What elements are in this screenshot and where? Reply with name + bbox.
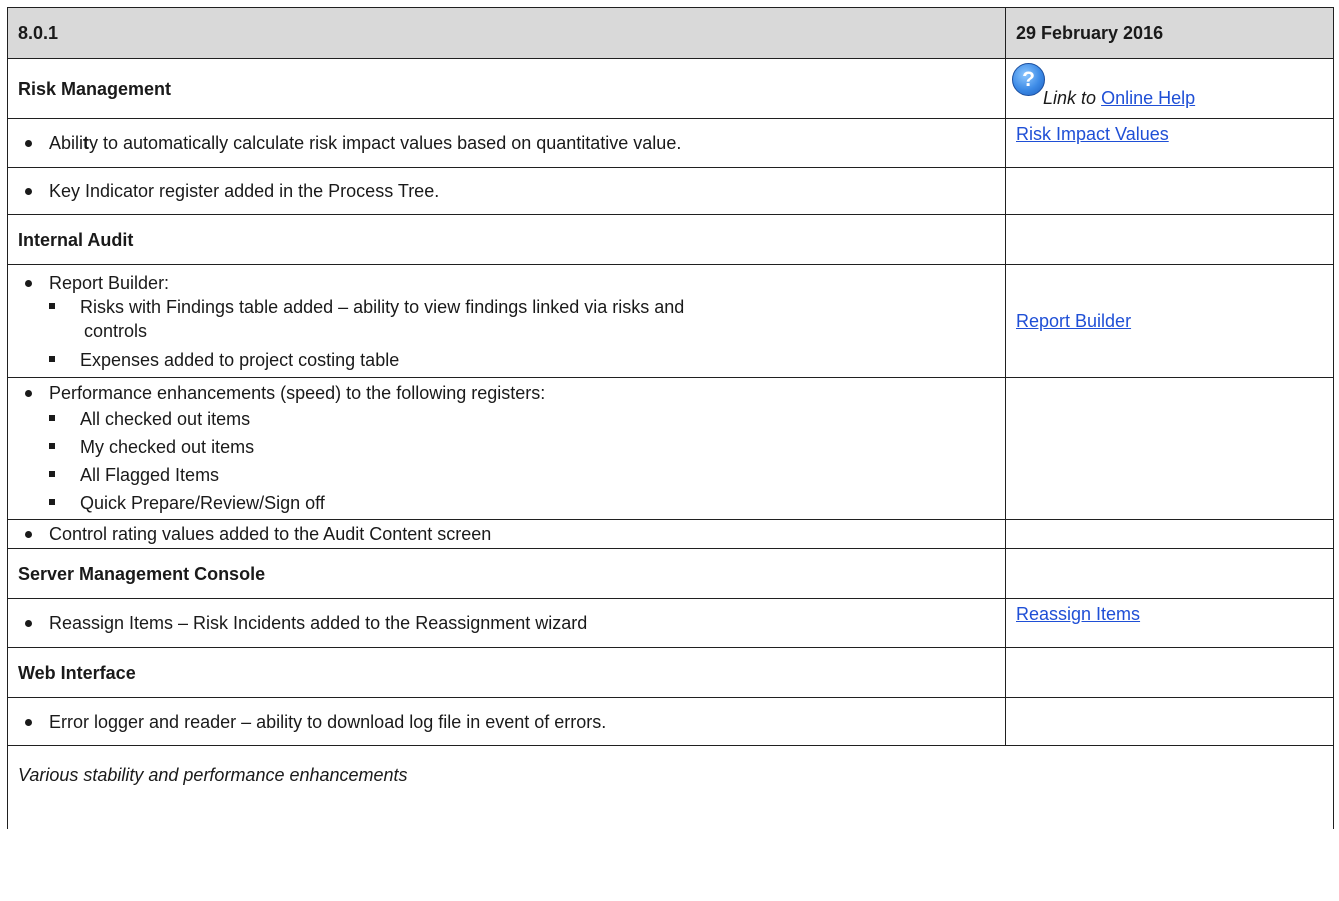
reassign-items-link[interactable]: Reassign Items xyxy=(1016,604,1140,624)
reassign-cell: Reassign Items – Risk Incidents added to… xyxy=(7,598,1006,648)
row-control-rating: Control rating values added to the Audit… xyxy=(7,519,1334,549)
report-builder-link-cell: Report Builder xyxy=(1005,264,1334,378)
sub-list-item: Expenses added to project costing table xyxy=(18,348,994,372)
question-circle-icon[interactable]: ? xyxy=(1012,63,1045,96)
sub-list-item: My checked out items xyxy=(18,433,994,461)
footer-row: Various stability and performance enhanc… xyxy=(7,745,1334,829)
key-indicator-cell: Key Indicator register added in the Proc… xyxy=(7,167,1006,215)
square-bullet-icon xyxy=(49,442,55,449)
sub-list-item: All Flagged Items xyxy=(18,461,994,489)
empty-cell xyxy=(1005,647,1334,698)
item-text: Error logger and reader – ability to dow… xyxy=(49,711,607,732)
bullet-icon xyxy=(25,620,32,627)
help-prefix: Link to xyxy=(1043,88,1097,108)
header-row: 8.0.1 29 February 2016 xyxy=(7,7,1334,59)
bullet-icon xyxy=(25,531,32,538)
sub-item-text: Risks with Findings table added – abilit… xyxy=(80,296,685,317)
release-notes-table: 8.0.1 29 February 2016 Risk Management ?… xyxy=(7,7,1334,829)
row-report-builder: Report Builder: Risks with Findings tabl… xyxy=(7,264,1334,378)
list-item: Reassign Items – Risk Incidents added to… xyxy=(18,611,994,635)
row-risk-impact: Ability to automatically calculate risk … xyxy=(7,118,1334,168)
list-item: Control rating values added to the Audit… xyxy=(18,522,994,546)
square-bullet-icon xyxy=(49,498,55,505)
sub-item-text-cont: controls xyxy=(84,320,148,341)
item-text: Control rating values added to the Audit… xyxy=(49,524,492,544)
sub-list-item: Quick Prepare/Review/Sign off xyxy=(18,489,994,517)
section-title: Server Management Console xyxy=(7,548,1006,599)
sub-item-text: My checked out items xyxy=(80,436,255,457)
section-title: Internal Audit xyxy=(7,214,1006,265)
list-item: Error logger and reader – ability to dow… xyxy=(18,710,994,734)
control-rating-cell: Control rating values added to the Audit… xyxy=(7,519,1006,549)
section-web-interface: Web Interface xyxy=(7,647,1334,698)
risk-impact-link-cell: Risk Impact Values xyxy=(1005,118,1334,168)
sub-item-text: Quick Prepare/Review/Sign off xyxy=(80,492,325,513)
online-help-link[interactable]: Online Help xyxy=(1101,88,1195,108)
list-item: Key Indicator register added in the Proc… xyxy=(18,179,994,203)
report-builder-link[interactable]: Report Builder xyxy=(1016,311,1131,331)
section-title: Web Interface xyxy=(7,647,1006,698)
list-item: Performance enhancements (speed) to the … xyxy=(18,381,994,405)
empty-cell xyxy=(1005,697,1334,746)
row-performance: Performance enhancements (speed) to the … xyxy=(7,377,1334,520)
item-text: Key Indicator register added in the Proc… xyxy=(49,181,440,201)
section-internal-audit: Internal Audit xyxy=(7,214,1334,265)
section-server-console: Server Management Console xyxy=(7,548,1334,599)
empty-cell xyxy=(1005,519,1334,549)
sub-list-item: Risks with Findings table added – abilit… xyxy=(18,295,994,343)
row-reassign: Reassign Items – Risk Incidents added to… xyxy=(7,598,1334,648)
help-link-wrap: ? Link to Online Help xyxy=(1012,63,1322,114)
sub-item-text: Expenses added to project costing table xyxy=(80,349,400,370)
help-cell: ? Link to Online Help xyxy=(1005,58,1334,119)
square-bullet-icon xyxy=(49,470,55,477)
section-risk-management: Risk Management ? Link to Online Help xyxy=(7,58,1334,119)
item-text-c: y to automatically calculate risk impact… xyxy=(89,133,682,153)
sub-item-text: All checked out items xyxy=(80,408,251,429)
version-label: 8.0.1 xyxy=(7,7,1006,59)
row-key-indicator: Key Indicator register added in the Proc… xyxy=(7,167,1334,215)
footer-note: Various stability and performance enhanc… xyxy=(7,745,1334,829)
risk-impact-values-link[interactable]: Risk Impact Values xyxy=(1016,124,1169,144)
bullet-icon xyxy=(25,389,32,397)
performance-cell: Performance enhancements (speed) to the … xyxy=(7,377,1006,520)
empty-cell xyxy=(1005,548,1334,599)
section-title: Risk Management xyxy=(7,58,1006,119)
item-text: Report Builder: xyxy=(49,272,170,293)
bullet-icon xyxy=(25,718,32,726)
sub-item-text: All Flagged Items xyxy=(80,464,220,485)
row-error-logger: Error logger and reader – ability to dow… xyxy=(7,697,1334,746)
reassign-link-cell: Reassign Items xyxy=(1005,598,1334,648)
bullet-icon xyxy=(25,188,32,195)
empty-cell xyxy=(1005,214,1334,265)
empty-cell xyxy=(1005,377,1334,520)
square-bullet-icon xyxy=(49,302,55,309)
sub-list-item: All checked out items xyxy=(18,405,994,433)
list-item: Ability to automatically calculate risk … xyxy=(18,131,994,155)
release-date: 29 February 2016 xyxy=(1005,7,1334,59)
square-bullet-icon xyxy=(49,414,55,421)
list-item: Report Builder: xyxy=(18,271,994,295)
error-logger-cell: Error logger and reader – ability to dow… xyxy=(7,697,1006,746)
item-text: Performance enhancements (speed) to the … xyxy=(49,382,546,403)
square-bullet-icon xyxy=(49,355,55,362)
item-text-a: Abili xyxy=(49,133,84,153)
help-text: Link to Online Help xyxy=(1043,86,1195,110)
report-builder-cell: Report Builder: Risks with Findings tabl… xyxy=(7,264,1006,378)
bullet-icon xyxy=(25,279,32,287)
item-text: Reassign Items – Risk Incidents added to… xyxy=(49,613,588,633)
risk-impact-cell: Ability to automatically calculate risk … xyxy=(7,118,1006,168)
empty-cell xyxy=(1005,167,1334,215)
bullet-icon xyxy=(25,140,32,147)
